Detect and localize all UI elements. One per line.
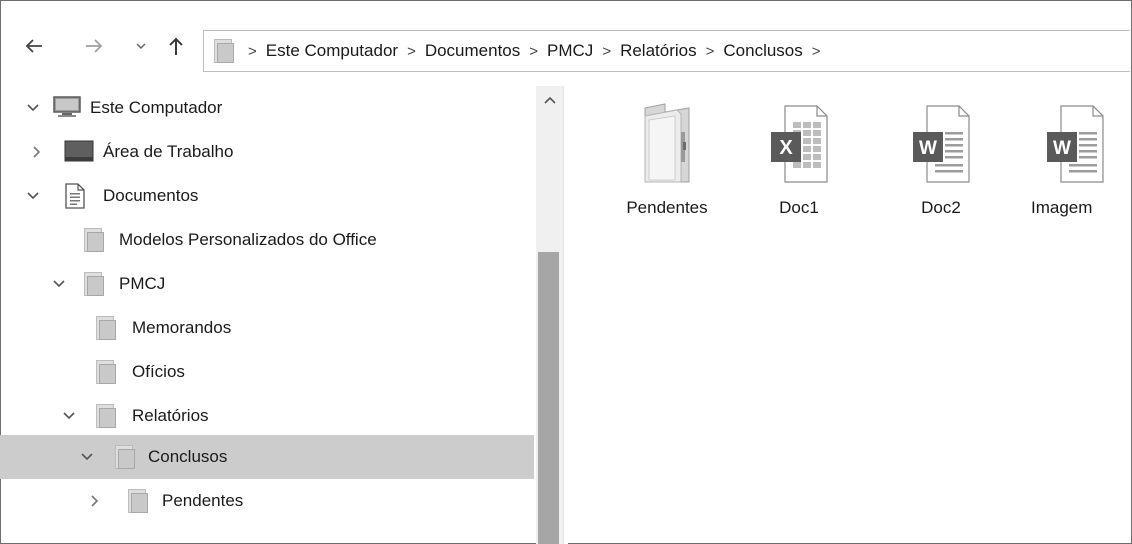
folder-icon: [84, 228, 104, 252]
breadcrumb-documentos[interactable]: Documentos: [425, 41, 520, 61]
file-item-doc2[interactable]: W Doc2: [881, 100, 1001, 220]
folder-icon: [214, 39, 234, 63]
file-item-pendentes[interactable]: Pendentes: [607, 100, 727, 220]
tree-item-area-de-trabalho[interactable]: Área de Trabalho: [0, 130, 534, 174]
chevron-down-icon: [136, 43, 146, 50]
tree-item-label: Conclusos: [148, 447, 228, 466]
computer-icon: [52, 95, 82, 124]
folder-icon: [128, 489, 148, 513]
file-item-imagem[interactable]: W Imagem: [1015, 100, 1132, 220]
folder-icon: [115, 445, 135, 469]
tree-item-label: PMCJ: [119, 274, 166, 293]
chevron-right-icon[interactable]: [30, 145, 44, 159]
svg-text:W: W: [1053, 138, 1071, 159]
folder-icon: [96, 404, 116, 428]
scroll-up-button[interactable]: [536, 90, 563, 110]
excel-icon: X: [767, 102, 831, 191]
word-icon: W: [909, 102, 973, 191]
svg-text:X: X: [779, 137, 793, 159]
folder-icon: [96, 360, 116, 384]
navigation-pane: Este Computador Área de Trabalho Documen…: [0, 86, 536, 544]
forward-button[interactable]: [82, 34, 106, 58]
word-icon: W: [1043, 102, 1107, 191]
chevron-right-icon[interactable]: [88, 494, 102, 508]
tree-item-label: Pendentes: [162, 491, 244, 510]
tree-item-label: Área de Trabalho: [103, 142, 234, 161]
folder-icon: [84, 272, 104, 296]
chevron-right-icon[interactable]: >: [602, 43, 611, 60]
breadcrumb-relatorios[interactable]: Relatórios: [620, 41, 697, 61]
breadcrumb-pmcj[interactable]: PMCJ: [547, 41, 593, 61]
tree-item-label: Este Computador: [90, 98, 223, 117]
file-name: Imagem: [1031, 198, 1093, 217]
back-button[interactable]: [22, 34, 46, 58]
svg-text:W: W: [919, 138, 937, 159]
tree-item-memorandos[interactable]: Memorandos: [0, 306, 534, 350]
chevron-right-icon[interactable]: >: [407, 43, 416, 60]
tree-item-label: Relatórios: [132, 406, 209, 425]
address-bar[interactable]: > Este Computador > Documentos > PMCJ > …: [203, 30, 1130, 72]
folder-icon: [637, 102, 697, 191]
chevron-down-icon[interactable]: [26, 189, 40, 203]
tree-item-conclusos[interactable]: Conclusos: [0, 435, 534, 479]
desktop-icon: [64, 140, 94, 167]
tree-item-label: Ofícios: [132, 362, 185, 381]
tree-item-documentos[interactable]: Documentos: [0, 174, 534, 218]
arrow-right-icon: [86, 39, 103, 53]
tree-item-modelos-personalizados[interactable]: Modelos Personalizados do Office: [0, 218, 534, 262]
chevron-down-icon[interactable]: [52, 277, 66, 291]
file-list: Pendentes X Doc1 W Doc2 W Imagem: [567, 86, 1130, 544]
tree-item-label: Memorandos: [132, 318, 232, 337]
tree-item-label: Modelos Personalizados do Office: [119, 230, 377, 249]
chevron-down-icon[interactable]: [26, 101, 40, 115]
tree-item-label: Documentos: [103, 186, 199, 205]
tree-item-pendentes[interactable]: Pendentes: [0, 479, 534, 523]
chevron-right-icon: >: [248, 42, 257, 60]
file-name: Doc1: [779, 198, 819, 217]
navigation-scrollbar[interactable]: [536, 86, 563, 544]
tree-item-pmcj[interactable]: PMCJ: [0, 262, 534, 306]
up-button[interactable]: [164, 34, 188, 58]
breadcrumb-este-computador[interactable]: Este Computador: [266, 41, 398, 61]
chevron-down-icon[interactable]: [62, 409, 76, 423]
navigation-toolbar: > Este Computador > Documentos > PMCJ > …: [0, 0, 1130, 86]
chevron-down-icon[interactable]: [80, 450, 94, 464]
documents-icon: [64, 183, 86, 214]
chevron-right-icon[interactable]: >: [812, 43, 821, 60]
arrow-left-icon: [25, 39, 42, 53]
chevron-right-icon[interactable]: >: [706, 43, 715, 60]
tree-item-relatorios[interactable]: Relatórios: [0, 394, 534, 438]
file-name: Doc2: [921, 198, 961, 217]
tree-item-este-computador[interactable]: Este Computador: [0, 86, 534, 130]
chevron-right-icon[interactable]: >: [529, 43, 538, 60]
scroll-thumb[interactable]: [538, 252, 559, 544]
file-name: Pendentes: [626, 198, 708, 217]
arrow-up-icon: [169, 37, 183, 55]
recent-locations-button[interactable]: [134, 34, 148, 58]
chevron-up-icon: [543, 96, 556, 104]
file-item-doc1[interactable]: X Doc1: [739, 100, 859, 220]
breadcrumb-conclusos[interactable]: Conclusos: [723, 41, 802, 61]
tree-item-oficios[interactable]: Ofícios: [0, 350, 534, 394]
folder-icon: [96, 316, 116, 340]
